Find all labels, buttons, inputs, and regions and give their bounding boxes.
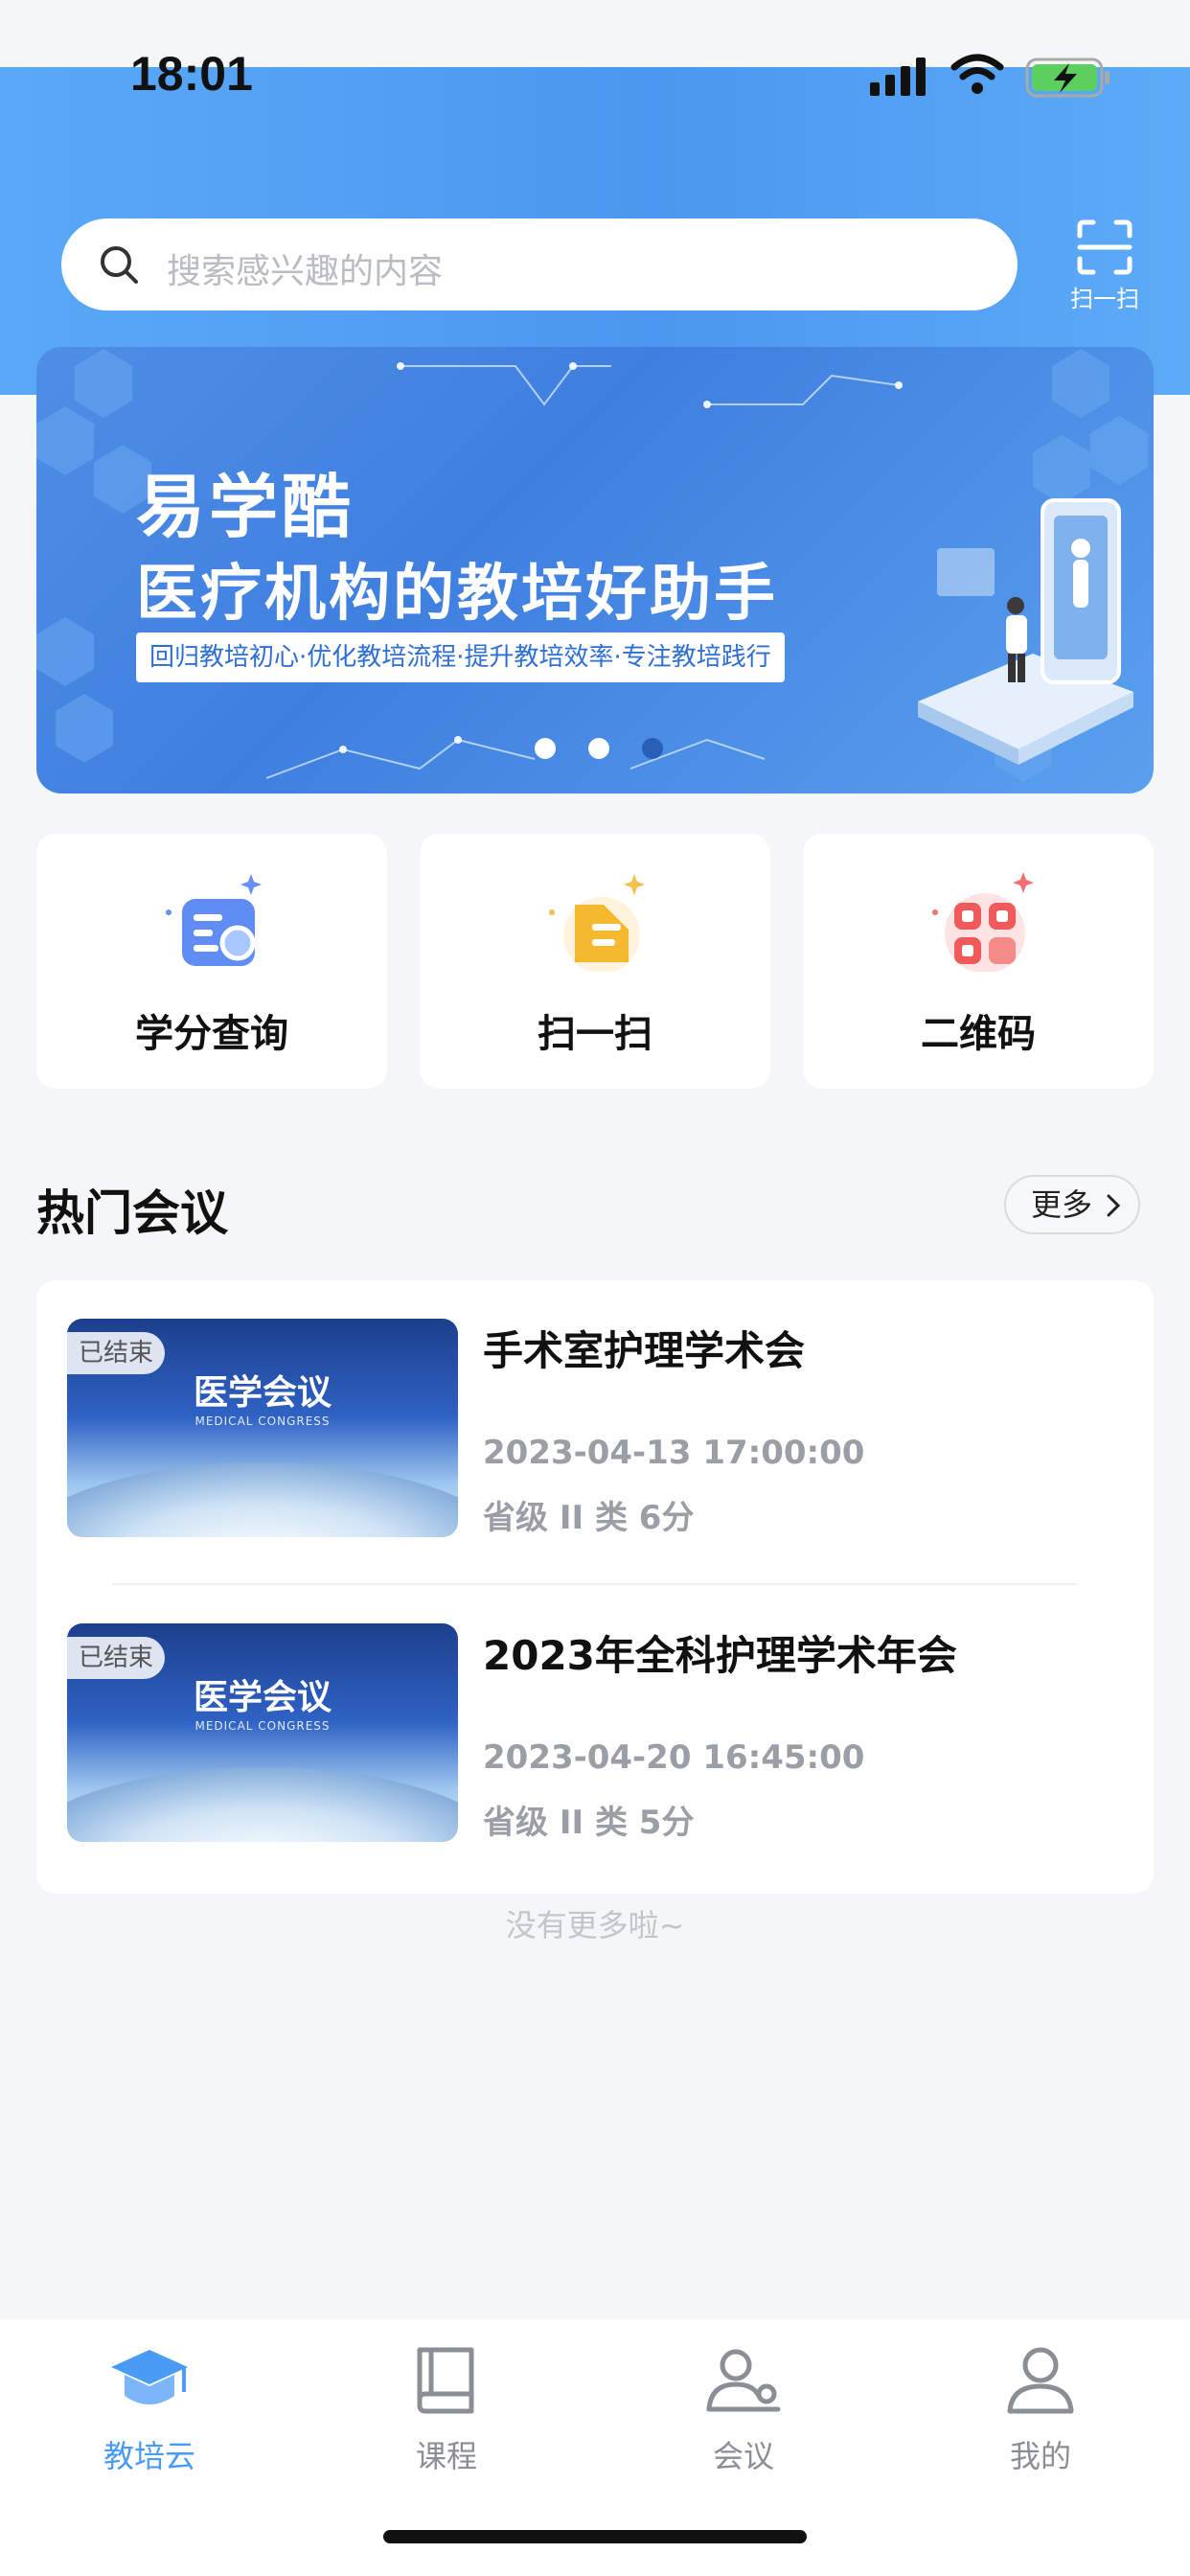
- quick-action-label: 扫一扫: [538, 1012, 652, 1056]
- meeting-time: 2023-04-20 16:45:00: [483, 1738, 865, 1777]
- meeting-credit: 省级 II 类 6分: [483, 1499, 695, 1537]
- scan-frame-icon: [1077, 219, 1133, 275]
- doctor-phone-illustration: [918, 498, 1133, 765]
- earth-graphic: [67, 1767, 458, 1842]
- status-badge: 已结束: [67, 1637, 166, 1679]
- tab-label: 课程: [415, 2438, 477, 2474]
- battery-icon: [1025, 58, 1110, 98]
- list-end-text: 没有更多啦~: [505, 1907, 685, 1944]
- chevron-right-icon: [1107, 1194, 1121, 1217]
- thumbnail-subtitle: MEDICAL CONGRESS: [195, 1719, 331, 1733]
- quick-actions: 学分查询 扫一扫 二维码: [36, 834, 1154, 1089]
- quick-action-credit-query[interactable]: 学分查询: [36, 834, 387, 1089]
- qrcode-icon: [932, 872, 1034, 972]
- banner-dot-2[interactable]: [588, 738, 609, 759]
- banner-pagination[interactable]: [535, 732, 726, 761]
- bottom-tab-bar: 教培云 课程 会议 我的: [0, 2319, 1190, 2576]
- home-indicator[interactable]: [383, 2530, 807, 2543]
- tab-label: 教培云: [103, 2438, 195, 2474]
- banner-tagline: 回归教培初心·优化教培流程·提升教培效率·专注教培践行: [136, 632, 785, 682]
- user-icon: [1007, 2347, 1074, 2414]
- tab-home[interactable]: 教培云: [54, 2344, 245, 2497]
- credit-query-icon: [166, 874, 262, 966]
- meeting-title: 2023年全科护理学术年会: [483, 1632, 957, 1679]
- banner-title: 易学酷: [136, 467, 355, 547]
- wifi-icon: [950, 54, 1004, 94]
- banner-subtitle: 医疗机构的教培好助手: [136, 559, 778, 630]
- quick-action-scan[interactable]: 扫一扫: [420, 834, 770, 1089]
- earth-graphic: [67, 1462, 458, 1537]
- banner-dot-1[interactable]: [535, 738, 556, 759]
- quick-action-qrcode[interactable]: 二维码: [803, 834, 1154, 1089]
- meeting-time: 2023-04-13 17:00:00: [483, 1434, 865, 1472]
- meeting-item[interactable]: 医学会议 MEDICAL CONGRESS 已结束 手术室护理学术会 2023-…: [36, 1280, 1154, 1585]
- meeting-item[interactable]: 医学会议 MEDICAL CONGRESS 已结束 2023年全科护理学术年会 …: [36, 1585, 1154, 1873]
- meeting-credit: 省级 II 类 5分: [483, 1804, 695, 1842]
- meeting-title: 手术室护理学术会: [483, 1327, 806, 1374]
- banner-dot-3[interactable]: [642, 738, 663, 759]
- meeting-thumbnail: 医学会议 MEDICAL CONGRESS 已结束: [67, 1319, 458, 1537]
- book-icon: [417, 2347, 474, 2414]
- meeting-icon: [706, 2349, 781, 2412]
- graduation-cap-icon: [111, 2350, 188, 2404]
- search-icon: [101, 246, 138, 284]
- status-bar: 18:01: [0, 0, 1190, 125]
- meeting-list: 医学会议 MEDICAL CONGRESS 已结束 手术室护理学术会 2023-…: [36, 1280, 1154, 1894]
- quick-action-label: 二维码: [921, 1012, 1036, 1056]
- quick-action-label: 学分查询: [135, 1012, 288, 1056]
- thumbnail-subtitle: MEDICAL CONGRESS: [195, 1414, 331, 1428]
- more-meetings-button[interactable]: 更多: [1004, 1175, 1140, 1234]
- tab-label: 会议: [712, 2438, 774, 2474]
- status-badge: 已结束: [67, 1332, 166, 1374]
- header-scan-button[interactable]: 扫一扫: [1062, 218, 1148, 314]
- section-title-hot-meetings: 热门会议: [36, 1185, 228, 1241]
- tab-meetings[interactable]: 会议: [648, 2344, 839, 2497]
- tab-profile[interactable]: 我的: [945, 2344, 1136, 2497]
- promo-banner[interactable]: 易学酷 医疗机构的教培好助手 回归教培初心·优化教培流程·提升教培效率·专注教培…: [36, 347, 1154, 794]
- meeting-thumbnail: 医学会议 MEDICAL CONGRESS 已结束: [67, 1623, 458, 1842]
- tab-label: 我的: [1009, 2438, 1071, 2474]
- more-label: 更多: [1031, 1186, 1093, 1223]
- tab-courses[interactable]: 课程: [351, 2344, 542, 2497]
- status-time: 18:01: [130, 47, 253, 101]
- cellular-signal-icon: [870, 58, 926, 96]
- search-bar[interactable]: 搜索感兴趣的内容: [61, 218, 1018, 310]
- header-scan-label: 扫一扫: [1070, 286, 1139, 312]
- search-placeholder: 搜索感兴趣的内容: [167, 252, 444, 291]
- scan-icon: [549, 874, 645, 972]
